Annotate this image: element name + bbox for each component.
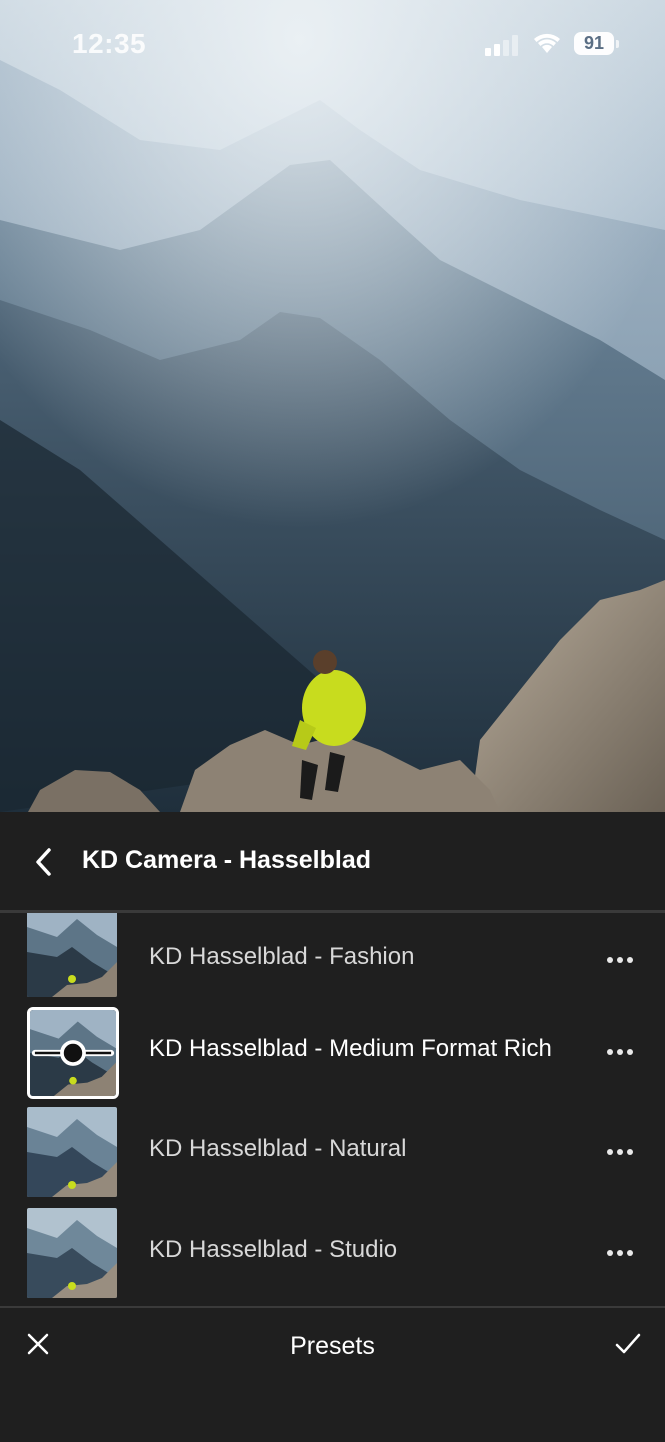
more-options-button[interactable] — [600, 945, 640, 975]
bottom-action-bar: Presets — [0, 1306, 665, 1442]
preset-group-header: KD Camera - Hasselblad — [0, 812, 665, 913]
battery-icon: 91 — [574, 32, 619, 55]
presets-title: Presets — [290, 1332, 375, 1360]
preset-thumbnail-selected — [27, 1007, 119, 1099]
chevron-left-icon — [36, 848, 51, 876]
preset-thumbnail — [27, 1107, 117, 1197]
status-bar: 12:35 91 — [0, 0, 665, 90]
photo-preview: 12:35 91 — [0, 0, 665, 812]
preset-list[interactable]: KD Hasselblad - Fashion KD Hasselblad - … — [0, 913, 665, 1305]
preset-item-medium-format-rich[interactable]: KD Hasselblad - Medium Format Rich — [0, 1007, 665, 1099]
cellular-signal-icon — [485, 35, 518, 56]
more-options-button[interactable] — [600, 1037, 640, 1067]
preset-label: KD Hasselblad - Natural — [149, 1135, 407, 1162]
adjust-slider-icon — [30, 1010, 116, 1096]
mountain-photo — [0, 0, 665, 812]
more-options-button[interactable] — [600, 1238, 640, 1268]
preset-label: KD Hasselblad - Studio — [149, 1236, 398, 1263]
preset-thumbnail — [27, 1208, 117, 1298]
preset-item-fashion[interactable]: KD Hasselblad - Fashion — [0, 913, 665, 1007]
preset-item-natural[interactable]: KD Hasselblad - Natural — [0, 1107, 665, 1199]
preset-group-title: KD Camera - Hasselblad — [82, 846, 372, 874]
preset-thumbnail — [27, 913, 117, 997]
preset-label: KD Hasselblad - Fashion — [149, 943, 415, 970]
preset-item-studio[interactable]: KD Hasselblad - Studio — [0, 1208, 665, 1300]
checkmark-icon — [615, 1333, 641, 1354]
more-options-button[interactable] — [600, 1137, 640, 1167]
back-button[interactable] — [26, 842, 60, 882]
preset-label: KD Hasselblad - Medium Format Rich — [149, 1035, 552, 1062]
confirm-button[interactable] — [610, 1328, 646, 1360]
status-time: 12:35 — [72, 28, 147, 59]
wifi-icon — [534, 33, 560, 53]
